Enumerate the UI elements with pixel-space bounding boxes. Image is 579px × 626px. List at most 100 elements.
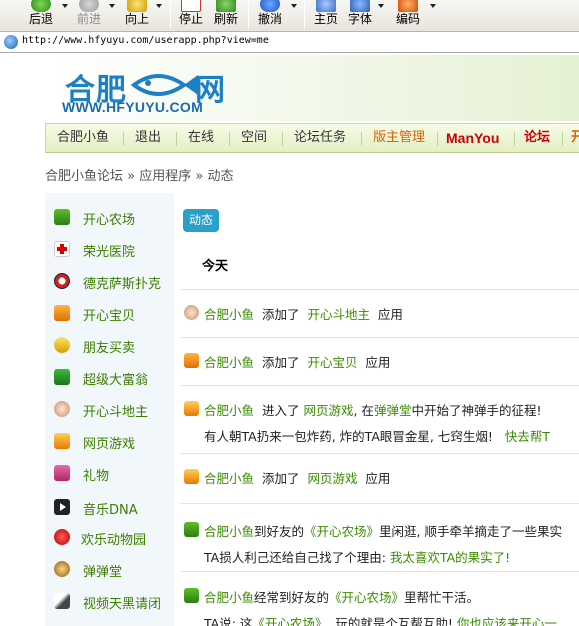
forward-dropdown-icon[interactable] — [109, 4, 115, 8]
nav-divider — [123, 132, 124, 146]
nav-item-manyou[interactable]: ManYou — [446, 124, 499, 154]
music-icon — [54, 499, 70, 515]
font-button[interactable]: 字体 — [344, 0, 376, 32]
up-dropdown-icon[interactable] — [156, 4, 162, 8]
red-cross-icon — [54, 241, 70, 257]
sidebar-item-poker[interactable]: 德克萨斯扑克 — [45, 269, 174, 293]
sidebar-item-ddt[interactable]: 弹弹堂 — [45, 557, 174, 581]
font-icon — [350, 0, 370, 12]
sidebar-item-label: 欢乐动物园 — [81, 533, 147, 548]
sidebar-item-landlord[interactable]: 开心斗地主 — [45, 397, 174, 421]
cards-icon — [54, 401, 70, 417]
feed-app-link[interactable]: 弹弹堂 — [374, 403, 412, 418]
up-button[interactable]: 向上 — [120, 0, 154, 32]
stop-button[interactable]: 停止 — [175, 0, 207, 32]
game-icon — [184, 401, 199, 416]
font-dropdown-icon[interactable] — [378, 4, 384, 8]
feed-app-link[interactable]: 开心宝贝 — [307, 355, 357, 370]
cards-icon — [184, 305, 199, 320]
feed-text: 经常到好友的 — [254, 590, 330, 605]
sidebar-item-gift[interactable]: 礼物 — [45, 461, 174, 485]
nav-divider — [437, 132, 438, 146]
nav-item-space[interactable]: 空间 — [241, 124, 267, 154]
feed-subtext: TA说: 这 — [204, 616, 253, 626]
refresh-button[interactable]: 刷新 — [210, 0, 242, 32]
nav-item-tasks[interactable]: 论坛任务 — [294, 124, 346, 154]
feed-text: 添加了 — [261, 471, 300, 486]
feed-user-link[interactable]: 合肥小鱼 — [204, 307, 254, 322]
video-icon — [54, 593, 70, 609]
undo-dropdown-icon[interactable] — [291, 4, 297, 8]
feed-user-link[interactable]: 合肥小鱼 — [204, 403, 254, 418]
sidebar-item-label: 荣光医院 — [83, 245, 136, 260]
breadcrumb-separator: » — [195, 169, 204, 184]
logo-url[interactable]: WWW.HFYUYU.COM — [62, 99, 203, 115]
undo-label: 撤消 — [257, 12, 282, 26]
nav-item-forum[interactable]: 论坛 — [524, 124, 550, 154]
sidebar-item-monopoly[interactable]: 超级大富翁 — [45, 365, 174, 389]
feed-action-link[interactable]: 你也应该来开心一 — [457, 616, 557, 626]
forward-button[interactable]: 前进 — [72, 0, 106, 32]
feed-text: 应用 — [365, 355, 391, 370]
animal-icon — [54, 529, 70, 545]
feed-text: 应用 — [377, 307, 403, 322]
feed-app-link[interactable]: 网页游戏 — [303, 403, 353, 418]
address-bar[interactable]: http://www.hfyuyu.com/userapp.php?view=m… — [0, 32, 579, 53]
sidebar-item-baby[interactable]: 开心宝贝 — [45, 301, 174, 325]
feed-item: 合肥小鱼 添加了 开心斗地主 应用 — [180, 289, 579, 337]
feed-app-link[interactable]: 开心斗地主 — [307, 307, 370, 322]
feed-app-link[interactable]: 《开心农场》 — [329, 590, 404, 605]
feed-user-link[interactable]: 合肥小鱼 — [204, 524, 254, 539]
main-nav: 合肥小鱼 退出 在线 空间 论坛任务 版主管理 ManYou 论坛 开 — [45, 123, 579, 153]
sidebar-item-trade[interactable]: 朋友买卖 — [45, 333, 174, 357]
encoding-icon — [398, 0, 418, 12]
sidebar-item-farm[interactable]: 开心农场 — [45, 205, 174, 229]
feed-app-link[interactable]: 网页游戏 — [307, 471, 357, 486]
ddt-icon — [54, 561, 70, 577]
sprout-icon — [184, 588, 199, 603]
feed-action-link[interactable]: 快去帮T — [505, 429, 550, 444]
nav-item-moderator[interactable]: 版主管理 — [373, 124, 425, 154]
back-label: 后退 — [28, 12, 53, 26]
breadcrumb-current: 动态 — [207, 169, 234, 184]
sidebar-item-video[interactable]: 视频天黑请闭 — [45, 589, 174, 613]
folder-up-icon — [127, 0, 147, 12]
breadcrumb-root[interactable]: 合肥小鱼论坛 — [45, 169, 123, 184]
sidebar-item-label: 开心农场 — [83, 213, 136, 228]
feed-user-link[interactable]: 合肥小鱼 — [204, 471, 254, 486]
nav-item-home[interactable]: 合肥小鱼 — [57, 124, 109, 154]
fish-logo-icon — [130, 74, 198, 96]
feed-app-link[interactable]: 《开心农场》 — [252, 616, 327, 626]
tab-activity[interactable]: 动态 — [183, 209, 220, 232]
sidebar-item-zoo[interactable]: 欢乐动物园 — [45, 525, 174, 549]
feed-subtext: TA损人利己还给自己找了个理由: — [204, 550, 386, 565]
feed-subtext: 有人朝TA扔来一包炸药, 炸的TA眼冒金星, 七窍生烟! — [204, 429, 493, 444]
nav-item-logout[interactable]: 退出 — [135, 124, 161, 154]
encoding-dropdown-icon[interactable] — [430, 4, 436, 8]
feed-text: 添加了 — [261, 307, 300, 322]
url-text[interactable]: http://www.hfyuyu.com/userapp.php?view=m… — [22, 35, 269, 46]
sidebar-item-hospital[interactable]: 荣光医院 — [45, 237, 174, 261]
home-button[interactable]: 主页 — [310, 0, 342, 32]
sidebar-item-label: 开心宝贝 — [83, 309, 136, 324]
home-icon — [316, 0, 336, 12]
breadcrumb-apps[interactable]: 应用程序 — [139, 169, 191, 184]
feed-user-link[interactable]: 合肥小鱼 — [204, 590, 254, 605]
stop-icon — [181, 0, 201, 12]
back-arrow-icon — [31, 0, 51, 12]
sidebar-item-music[interactable]: 音乐DNA — [45, 495, 174, 519]
sidebar-item-webgame[interactable]: 网页游戏 — [45, 429, 174, 453]
encoding-button[interactable]: 编码 — [392, 0, 424, 32]
nav-divider — [562, 132, 563, 146]
back-dropdown-icon[interactable] — [62, 4, 68, 8]
nav-item-online[interactable]: 在线 — [188, 124, 214, 154]
nav-item-more[interactable]: 开 — [571, 124, 579, 154]
section-heading-today: 今天 — [202, 259, 229, 274]
back-button[interactable]: 后退 — [24, 0, 58, 32]
feed-user-link[interactable]: 合肥小鱼 — [204, 355, 254, 370]
feed-app-link[interactable]: 《开心农场》 — [304, 524, 379, 539]
undo-button[interactable]: 撤消 — [254, 0, 286, 32]
feed-text: 到好友的 — [254, 524, 305, 539]
game-icon — [54, 433, 70, 449]
feed-action-link[interactable]: 我太喜欢TA的果实了! — [390, 550, 510, 565]
